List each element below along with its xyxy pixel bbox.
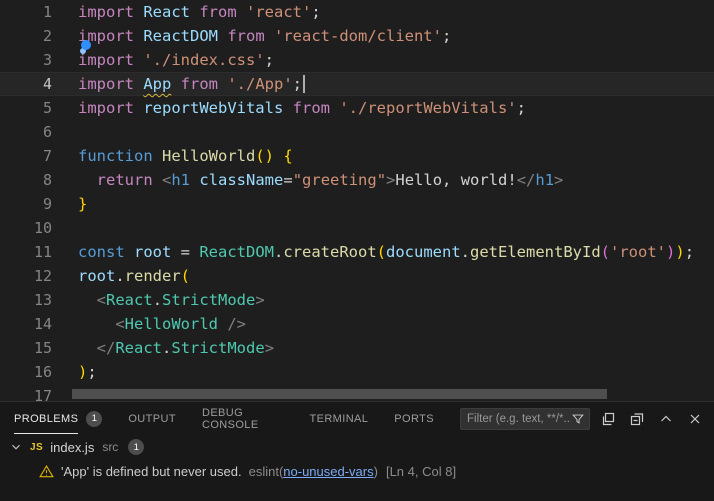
code-text: import App from './App'; xyxy=(78,72,305,96)
code-text: import React from 'react'; xyxy=(78,0,321,24)
line-number[interactable]: 12 xyxy=(0,264,52,288)
line-number[interactable]: 5 xyxy=(0,96,52,120)
tab-problems[interactable]: PROBLEMS 1 xyxy=(14,404,102,434)
line-number[interactable]: 15 xyxy=(0,336,52,360)
code-text: import './index.css'; xyxy=(78,48,274,72)
code-line-11[interactable]: 11 const root = ReactDOM.createRoot(docum… xyxy=(0,240,714,264)
code-editor[interactable]: 1 import React from 'react'; 2 import React… xyxy=(0,0,714,401)
panel-toolbar xyxy=(460,408,706,430)
code-text: <React.StrictMode> xyxy=(78,288,265,312)
tab-ports[interactable]: PORTS xyxy=(394,404,434,434)
code-line-3[interactable]: 3 import './index.css'; xyxy=(0,48,714,72)
code-line-6[interactable]: 6 xyxy=(0,120,714,144)
code-text: const root = ReactDOM.createRoot(documen… xyxy=(78,240,694,264)
code-line-1[interactable]: 1 import React from 'react'; xyxy=(0,0,714,24)
problem-rule-link[interactable]: no-unused-vars xyxy=(283,464,373,479)
vscode-window: 1 import React from 'react'; 2 import React… xyxy=(0,0,714,501)
code-line-8[interactable]: 8 return <h1 className="greeting">Hello,… xyxy=(0,168,714,192)
code-line-13[interactable]: 13 <React.StrictMode> xyxy=(0,288,714,312)
line-number[interactable]: 7 xyxy=(0,144,52,168)
file-name: index.js xyxy=(50,440,94,455)
warning-icon xyxy=(39,464,54,479)
code-line-15[interactable]: 15 </React.StrictMode> xyxy=(0,336,714,360)
filter-input[interactable] xyxy=(467,413,571,425)
code-text: import reportWebVitals from './reportWeb… xyxy=(78,96,526,120)
code-line-7[interactable]: 7 function HelloWorld() { xyxy=(0,144,714,168)
maximize-panel-icon[interactable] xyxy=(655,408,677,430)
code-text: function HelloWorld() { xyxy=(78,144,293,168)
chevron-down-icon[interactable] xyxy=(8,439,24,455)
code-text: ); xyxy=(78,360,97,384)
tab-label: PROBLEMS xyxy=(14,404,78,434)
presence-indicator-dot xyxy=(81,40,91,50)
panel-tabbar: PROBLEMS1OUTPUTDEBUG CONSOLETERMINALPORT… xyxy=(0,402,714,435)
line-number[interactable]: 17 xyxy=(0,384,52,401)
line-number[interactable]: 4 xyxy=(0,72,52,96)
view-as-table-icon[interactable] xyxy=(597,408,619,430)
line-number[interactable]: 10 xyxy=(0,216,52,240)
code-line-10[interactable]: 10 xyxy=(0,216,714,240)
problem-row[interactable]: 'App' is defined but never used. eslint(… xyxy=(0,459,714,484)
code-line-9[interactable]: 9} xyxy=(0,192,714,216)
filter-funnel-icon xyxy=(571,412,585,426)
problem-message: 'App' is defined but never used. xyxy=(61,464,242,479)
tab-debug-console[interactable]: DEBUG CONSOLE xyxy=(202,398,284,440)
close-panel-icon[interactable] xyxy=(684,408,706,430)
line-number[interactable]: 6 xyxy=(0,120,52,144)
line-number[interactable]: 16 xyxy=(0,360,52,384)
code-line-12[interactable]: 12 root.render( xyxy=(0,264,714,288)
problem-location: [Ln 4, Col 8] xyxy=(386,464,456,479)
tab-label: PORTS xyxy=(394,404,434,434)
code-text: } xyxy=(78,192,87,216)
problem-count-badge: 1 xyxy=(128,439,144,455)
js-file-icon: JS xyxy=(30,442,43,453)
code-text: return <h1 className="greeting">Hello, w… xyxy=(78,168,563,192)
code-text: </React.StrictMode> xyxy=(78,336,274,360)
line-number[interactable]: 8 xyxy=(0,168,52,192)
line-number[interactable]: 2 xyxy=(0,24,52,48)
tab-terminal[interactable]: TERMINAL xyxy=(309,404,368,434)
horizontal-scrollbar[interactable] xyxy=(72,389,607,399)
code-line-14[interactable]: 14 <HelloWorld /> xyxy=(0,312,714,336)
code-text: import ReactDOM from 'react-dom/client'; xyxy=(78,24,451,48)
collapse-all-icon[interactable] xyxy=(626,408,648,430)
panel-tabs: PROBLEMS 1 OUTPUT DEBUG CONSOLE TERMINAL PORT… xyxy=(14,398,460,440)
line-number[interactable]: 11 xyxy=(0,240,52,264)
editor-lines: 1 import React from 'react'; 2 import React… xyxy=(0,0,714,401)
line-number[interactable]: 3 xyxy=(0,48,52,72)
code-text: <HelloWorld /> xyxy=(78,312,246,336)
line-number[interactable]: 9 xyxy=(0,192,52,216)
problems-filter[interactable] xyxy=(460,408,590,430)
tab-label: OUTPUT xyxy=(128,404,176,434)
code-line-2[interactable]: 2 import ReactDOM from 'react-dom/client'… xyxy=(0,24,714,48)
tab-badge: 1 xyxy=(86,411,102,427)
file-path: src xyxy=(102,440,118,454)
text-cursor xyxy=(303,75,305,93)
code-line-4[interactable]: 4 import App from './App'; xyxy=(0,72,714,96)
code-line-5[interactable]: 5 import reportWebVitals from './reportWe… xyxy=(0,96,714,120)
tab-output[interactable]: OUTPUT xyxy=(128,404,176,434)
line-number[interactable]: 14 xyxy=(0,312,52,336)
line-number[interactable]: 13 xyxy=(0,288,52,312)
code-line-16[interactable]: 16); xyxy=(0,360,714,384)
problem-source: eslint(no-unused-vars) xyxy=(249,464,378,479)
bottom-panel: PROBLEMS 1 OUTPUT DEBUG CONSOLE TERMINAL PORT… xyxy=(0,401,714,501)
tab-label: DEBUG CONSOLE xyxy=(202,398,284,440)
code-text: root.render( xyxy=(78,264,190,288)
line-number[interactable]: 1 xyxy=(0,0,52,24)
tab-label: TERMINAL xyxy=(309,404,368,434)
